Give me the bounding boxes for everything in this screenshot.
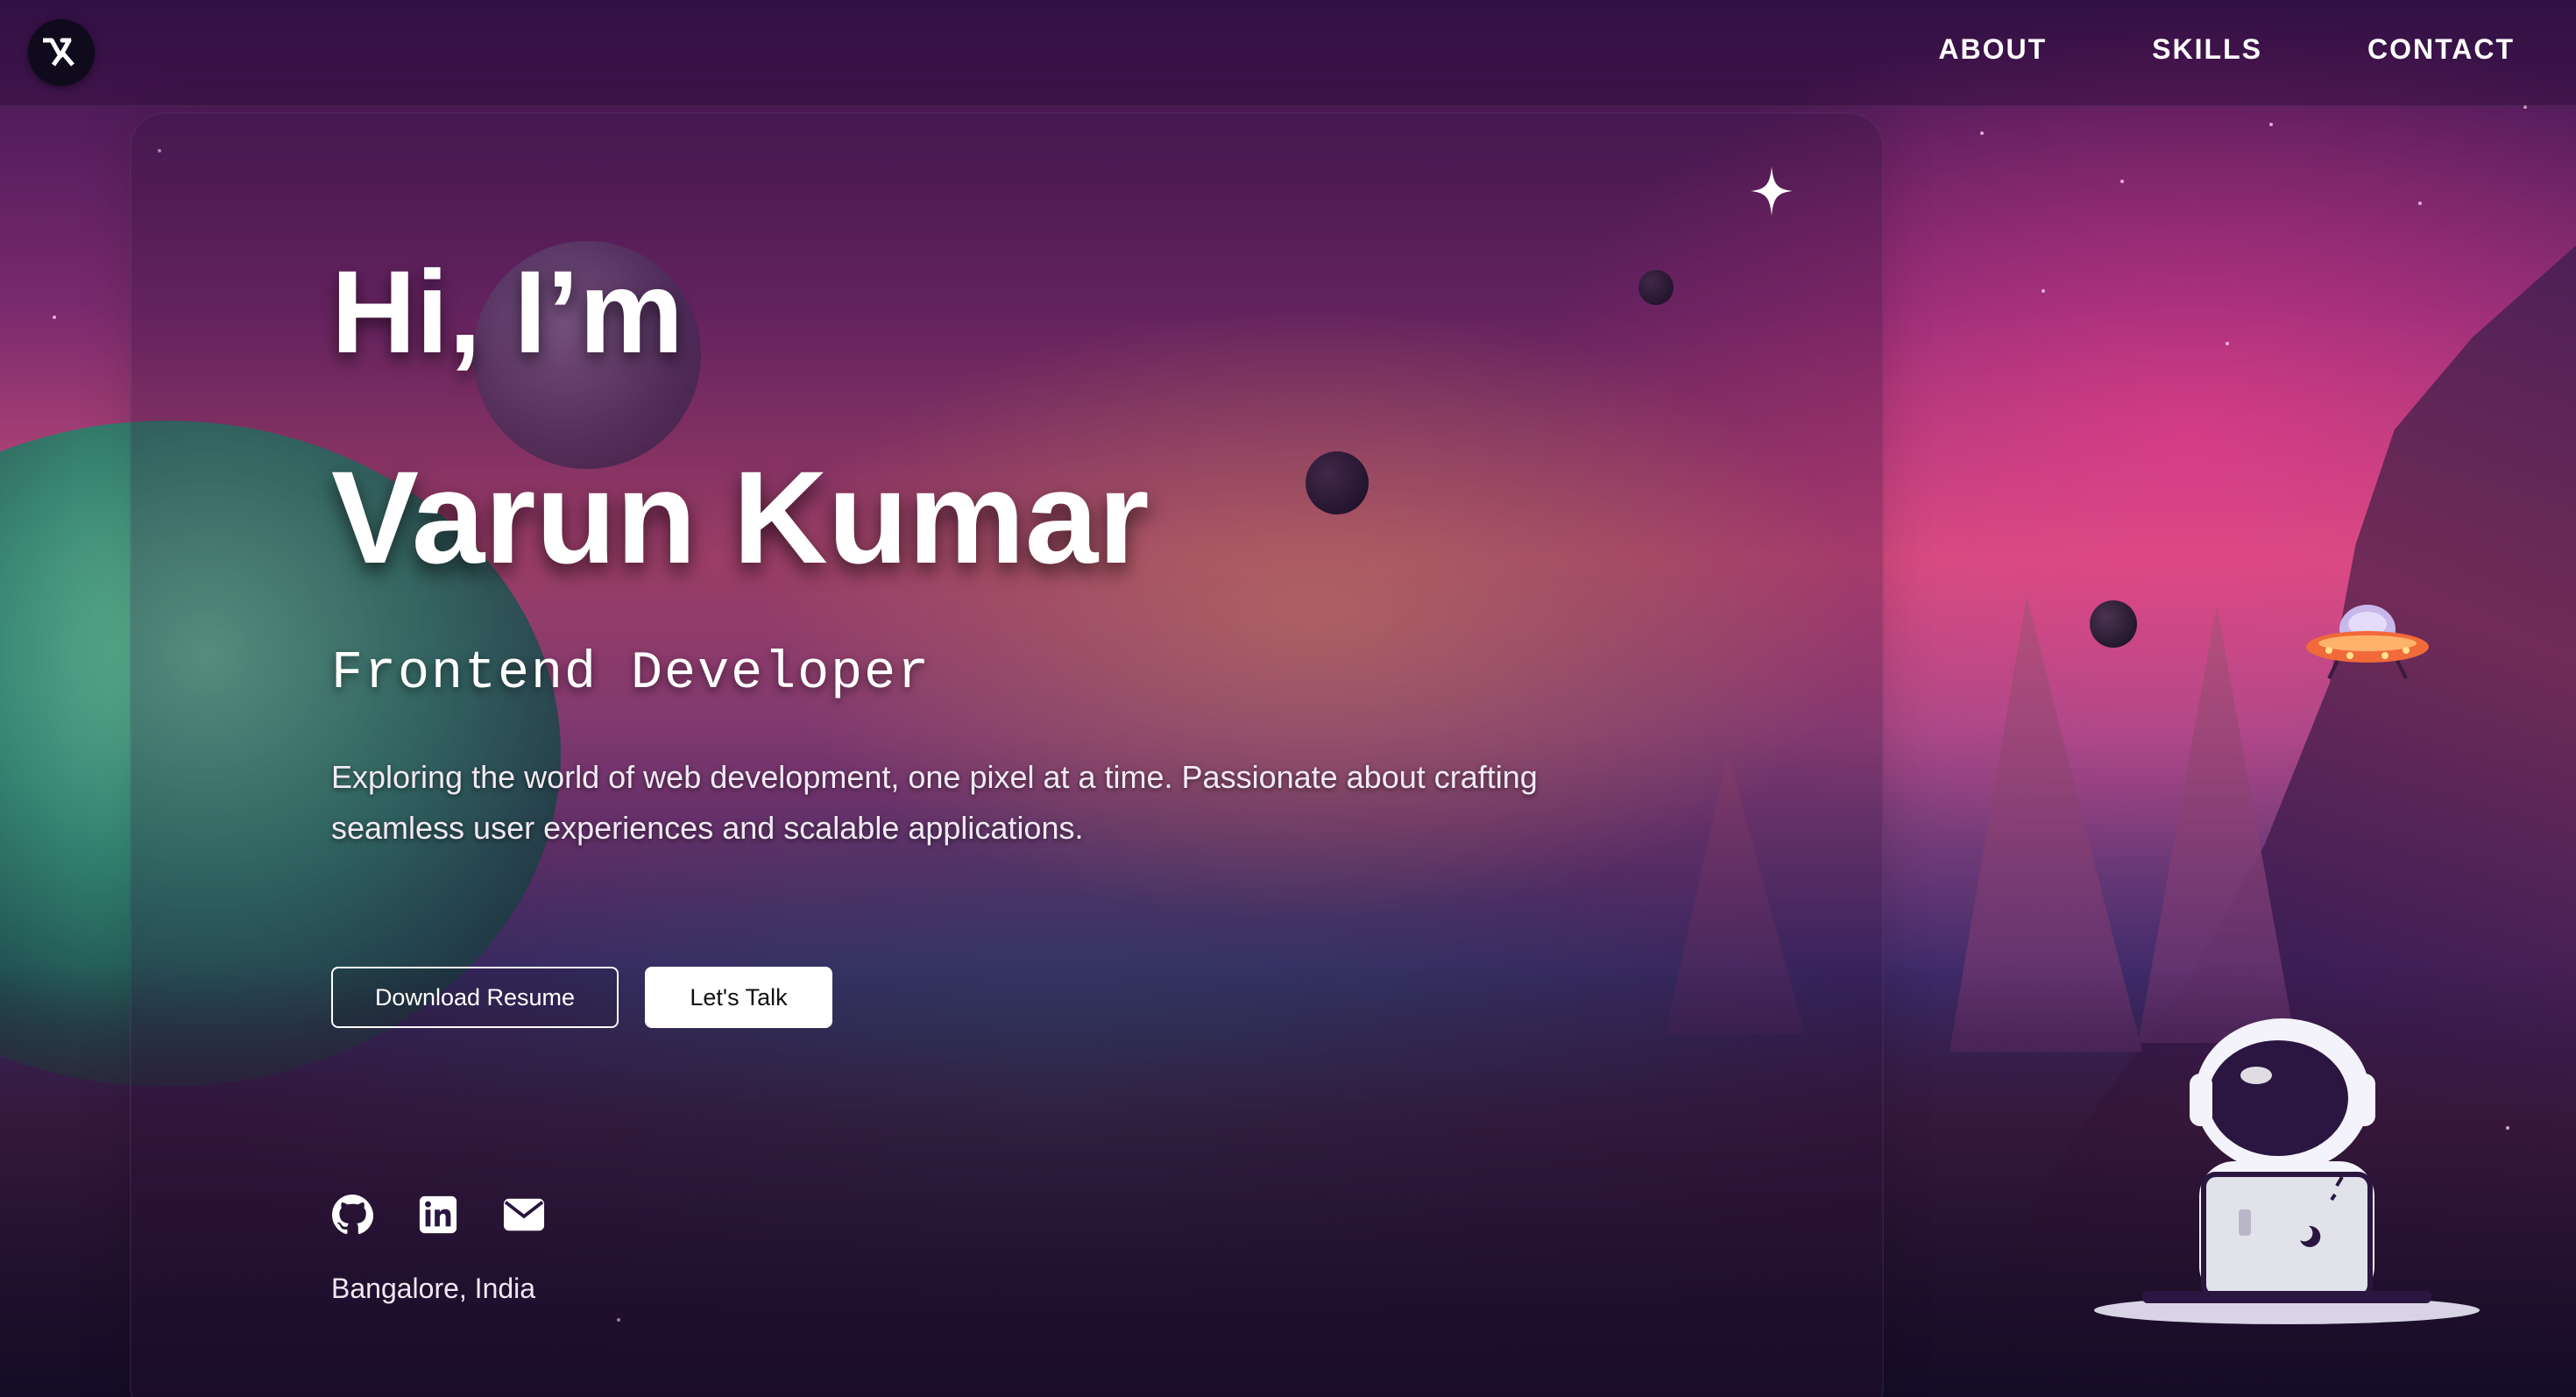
vk-logo[interactable] — [28, 19, 95, 86]
nav-contact-link[interactable]: CONTACT — [2367, 33, 2515, 66]
mail-icon — [503, 1198, 545, 1231]
vk-logo-icon — [43, 38, 74, 67]
main-nav: ABOUT SKILLS CONTACT — [1938, 33, 2515, 66]
download-resume-button[interactable]: Download Resume — [331, 967, 619, 1028]
github-link[interactable] — [331, 1194, 373, 1236]
linkedin-icon — [419, 1195, 457, 1234]
greeting-heading: Hi, I’m — [331, 247, 684, 378]
github-icon — [332, 1195, 373, 1235]
astronaut-illustration — [2094, 1018, 2480, 1324]
role-title: Frontend Developer — [331, 644, 931, 704]
mountain-peak-illustration — [2138, 605, 2296, 1043]
email-link[interactable] — [503, 1194, 545, 1236]
small-planet-illustration — [2090, 600, 2137, 648]
location-text: Bangalore, India — [331, 1273, 536, 1304]
nav-about-link[interactable]: ABOUT — [1938, 33, 2047, 66]
ufo-illustration — [2306, 605, 2429, 679]
mountain-peak-illustration — [1950, 596, 2142, 1052]
hero-scene: ABOUT SKILLS CONTACT Hi, I’m Varun Kumar… — [0, 0, 2576, 1397]
top-navigation-bar: ABOUT SKILLS CONTACT — [0, 0, 2576, 107]
sparkle-icon — [1751, 167, 1793, 216]
bio-text: Exploring the world of web development, … — [331, 759, 1538, 846]
name-heading: Varun Kumar — [331, 443, 1150, 591]
linkedin-link[interactable] — [417, 1194, 459, 1236]
social-links — [331, 1194, 545, 1236]
nav-skills-link[interactable]: SKILLS — [2152, 33, 2262, 66]
lets-talk-button[interactable]: Let's Talk — [645, 967, 832, 1028]
